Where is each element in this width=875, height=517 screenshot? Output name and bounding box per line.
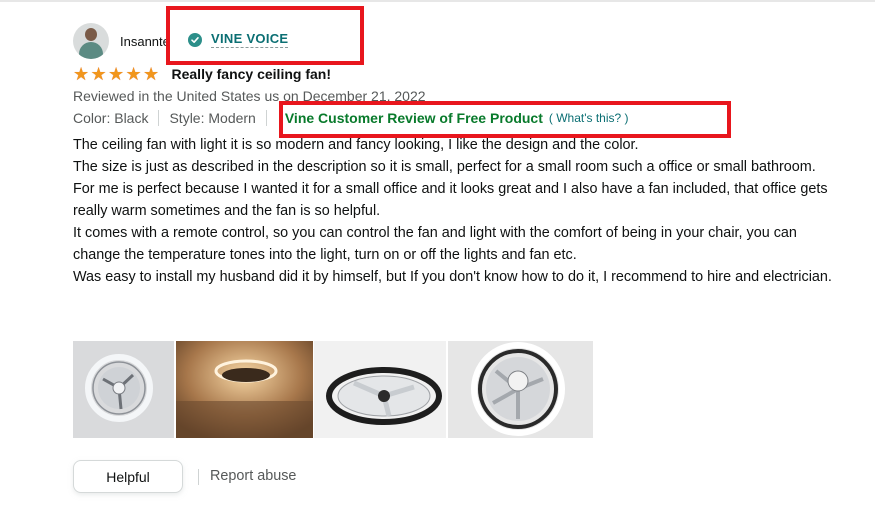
action-divider <box>198 469 199 485</box>
color-variant[interactable]: Color: Black <box>73 110 148 126</box>
star-icon: ★ <box>90 64 107 84</box>
report-abuse-link[interactable]: Report abuse <box>210 468 296 484</box>
helpful-button[interactable]: Helpful <box>73 460 183 493</box>
review-photo-1[interactable] <box>73 341 174 438</box>
avatar-body <box>79 42 103 59</box>
review-paragraph: The size is just as described in the des… <box>73 159 816 175</box>
review-photo-3[interactable] <box>314 341 446 438</box>
meta-divider <box>265 110 267 126</box>
avatar-head <box>85 28 97 41</box>
avatar[interactable] <box>73 23 109 59</box>
star-rating[interactable]: ★ ★ ★ ★ ★ <box>73 65 161 83</box>
review-paragraph: The ceiling fan with light it is so mode… <box>73 137 639 153</box>
review-paragraph: For me is perfect because I wanted it fo… <box>73 181 828 219</box>
star-icon: ★ <box>108 64 125 84</box>
reviewer-profile[interactable]: Insannte <box>73 23 170 59</box>
review-paragraph: Was easy to install my husband did it by… <box>73 269 832 285</box>
meta-divider <box>158 110 160 126</box>
highlight-box-vine-voice <box>166 6 364 65</box>
review-photos <box>73 341 594 438</box>
review-photo-4[interactable] <box>447 341 593 438</box>
review-photo-2[interactable] <box>175 341 313 438</box>
style-variant[interactable]: Style: Modern <box>169 110 255 126</box>
star-icon: ★ <box>143 64 160 84</box>
star-icon: ★ <box>125 64 142 84</box>
reviewer-name[interactable]: Insannte <box>120 34 170 49</box>
review-body: The ceiling fan with light it is so mode… <box>73 134 833 288</box>
review-title[interactable]: Really fancy ceiling fan! <box>172 66 332 82</box>
review-paragraph: It comes with a remote control, so you c… <box>73 225 797 263</box>
top-divider <box>0 0 875 2</box>
highlight-box-vine-review <box>279 101 731 138</box>
rating-row: ★ ★ ★ ★ ★ Really fancy ceiling fan! <box>73 65 331 83</box>
star-icon: ★ <box>73 64 90 84</box>
